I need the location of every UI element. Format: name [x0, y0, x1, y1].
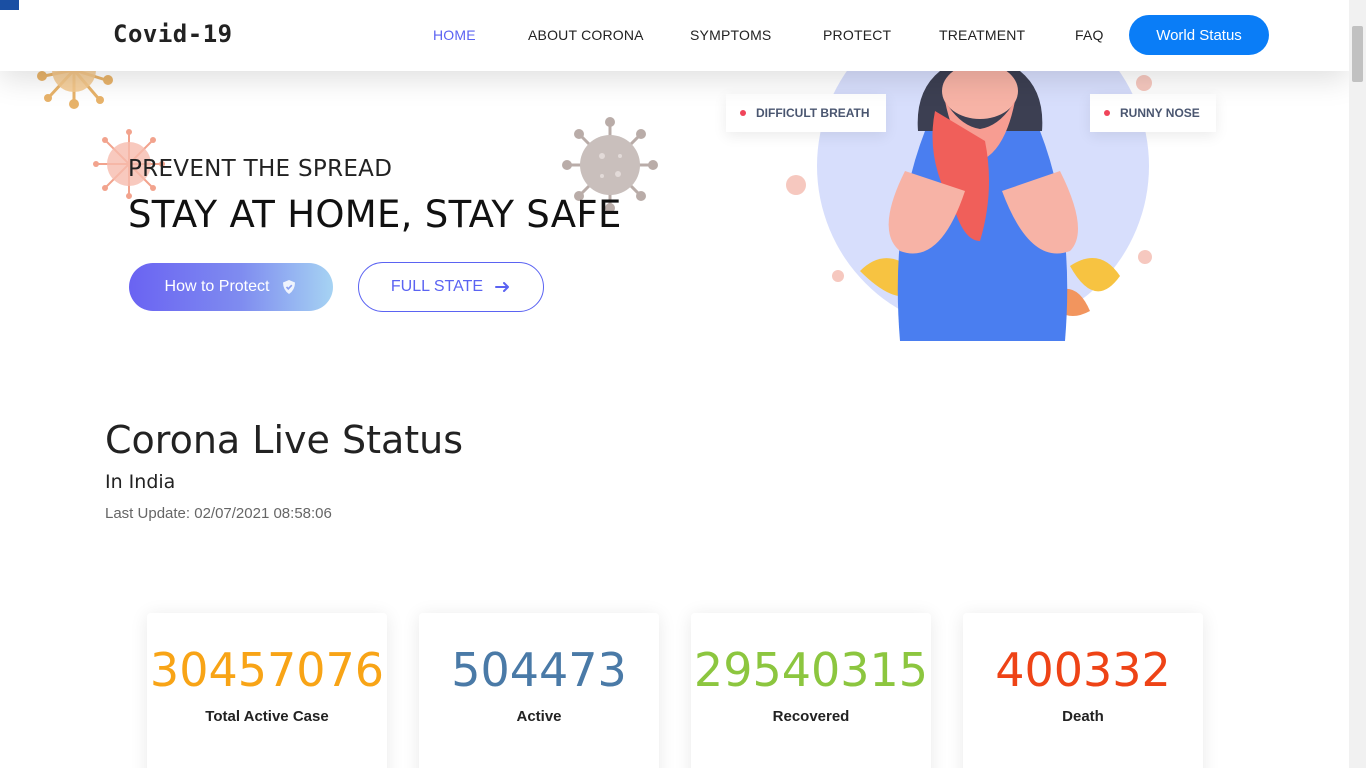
nav-item-about-corona[interactable]: ABOUT CORONA — [528, 27, 644, 43]
button-label: How to Protect — [164, 278, 270, 295]
page-scrollbar[interactable] — [1349, 0, 1366, 768]
bullet-dot — [1104, 110, 1110, 116]
brand-logo[interactable]: Covid-19 — [113, 20, 233, 48]
symptom-tag-difficult-breath: DIFFICULT BREATH — [726, 94, 886, 132]
stat-card-death: 400332 Death — [963, 613, 1203, 768]
stat-value: 504473 — [451, 643, 627, 697]
corner-mark — [0, 0, 19, 10]
stat-label: Recovered — [772, 708, 850, 725]
nav-item-home[interactable]: HOME — [433, 27, 476, 43]
scrollbar-thumb[interactable] — [1352, 26, 1363, 82]
stat-value: 400332 — [995, 643, 1171, 697]
hero-kicker: PREVENT THE SPREAD — [128, 156, 393, 182]
button-label: FULL STATE — [390, 278, 484, 295]
nav-item-protect[interactable]: PROTECT — [823, 27, 891, 43]
full-state-button[interactable]: FULL STATE — [358, 262, 544, 312]
world-status-button[interactable]: World Status — [1129, 15, 1269, 55]
stat-value: 29540315 — [693, 643, 929, 697]
stat-value: 30457076 — [149, 643, 385, 697]
nav-item-treatment[interactable]: TREATMENT — [939, 27, 1025, 43]
nav-item-symptoms[interactable]: SYMPTOMS — [690, 27, 771, 43]
last-update-text: Last Update: 02/07/2021 08:58:06 — [105, 505, 332, 522]
stat-card-recovered: 29540315 Recovered — [691, 613, 931, 768]
hero-title: STAY AT HOME, STAY SAFE — [128, 193, 622, 236]
bullet-dot — [740, 110, 746, 116]
nav-item-faq[interactable]: FAQ — [1075, 27, 1104, 43]
symptom-tag-label: RUNNY NOSE — [1120, 106, 1200, 120]
stat-card-total: 30457076 Total Active Case — [147, 613, 387, 768]
symptom-tag-runny-nose: RUNNY NOSE — [1090, 94, 1216, 132]
shield-icon — [283, 280, 296, 294]
stat-card-active: 504473 Active — [419, 613, 659, 768]
arrow-right-icon — [495, 282, 510, 292]
stat-label: Death — [1062, 708, 1104, 725]
live-status-title: Corona Live Status — [105, 418, 464, 462]
stat-label: Total Active Case — [205, 708, 329, 725]
symptom-tag-label: DIFFICULT BREATH — [756, 106, 870, 120]
live-status-country: In India — [105, 471, 176, 493]
how-to-protect-button[interactable]: How to Protect — [129, 263, 333, 311]
top-navbar: Covid-19 HOME ABOUT CORONA SYMPTOMS PROT… — [0, 0, 1349, 71]
stat-label: Active — [516, 708, 562, 725]
